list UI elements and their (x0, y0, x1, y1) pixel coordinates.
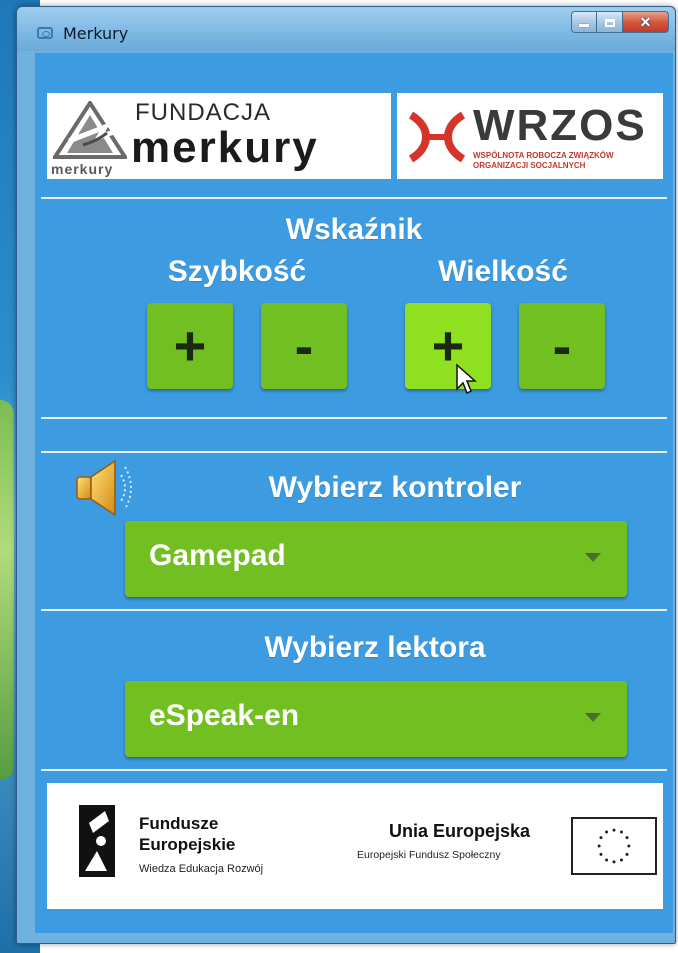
speed-increase-button[interactable]: + (147, 303, 233, 389)
reader-selected-value: eSpeak-en (149, 699, 300, 732)
merkury-logo: merkury FUNDACJA merkury (47, 93, 391, 179)
app-window: Merkury ✕ merkury FUNDACJA merkury WRZOS… (16, 6, 676, 944)
wrzos-logo: WRZOS WSPÓLNOTA ROBOCZA ZWIĄZKÓW ORGANIZ… (397, 93, 663, 179)
fe-subtitle: Wiedza Edukacja Rozwój (139, 863, 264, 875)
speed-label: Szybkość (167, 255, 307, 288)
wrzos-name-text: WRZOS (473, 101, 647, 150)
minimize-button[interactable] (571, 11, 597, 33)
size-decrease-button[interactable]: - (519, 303, 605, 389)
divider (41, 769, 667, 771)
window-controls: ✕ (571, 11, 669, 33)
divider (41, 197, 667, 199)
merkury-name-text: merkury (131, 123, 319, 172)
dropdown-arrow-icon (585, 713, 601, 722)
window-title: Merkury (63, 24, 129, 43)
merkury-emblem-icon (53, 101, 127, 159)
speaker-icon[interactable] (75, 455, 139, 521)
reader-select[interactable]: eSpeak-en (125, 681, 627, 757)
controller-selected-value: Gamepad (149, 539, 286, 572)
divider (41, 417, 667, 419)
fundusze-europejskie-logo-icon (79, 805, 115, 877)
fe-title-line1: Fundusze (139, 814, 219, 833)
maximize-button[interactable] (597, 11, 623, 33)
ue-title: Unia Europejska (389, 821, 531, 841)
pointer-heading: Wskaźnik (285, 213, 423, 246)
desktop-wallpaper-leaf (0, 400, 14, 780)
controller-heading: Wybierz kontroler (268, 471, 522, 504)
reader-heading: Wybierz lektora (264, 631, 486, 664)
title-bar[interactable]: Merkury ✕ (17, 7, 675, 51)
size-label: Wielkość (438, 255, 568, 288)
minimize-icon (579, 24, 589, 27)
divider (41, 451, 667, 453)
close-button[interactable]: ✕ (623, 11, 669, 33)
fe-title: Fundusze Europejskie (139, 813, 235, 855)
merkury-logo-small-text: merkury (51, 161, 114, 177)
funding-footer: Fundusze Europejskie Wiedza Edukacja Roz… (47, 783, 663, 909)
controller-select[interactable]: Gamepad (125, 521, 627, 597)
app-icon (37, 27, 53, 39)
divider (41, 609, 667, 611)
close-icon: ✕ (639, 14, 652, 30)
wrzos-emblem-icon (408, 111, 466, 163)
ue-subtitle: Europejski Fundusz Społeczny (357, 849, 501, 861)
wrzos-subtitle-text: WSPÓLNOTA ROBOCZA ZWIĄZKÓW ORGANIZACJI S… (473, 151, 614, 170)
mouse-cursor-icon (456, 363, 477, 395)
dropdown-arrow-icon (585, 553, 601, 562)
size-increase-button[interactable]: + (405, 303, 491, 389)
speed-decrease-button[interactable]: - (261, 303, 347, 389)
eu-flag-icon (571, 817, 657, 875)
main-panel: merkury FUNDACJA merkury WRZOS WSPÓLNOTA… (35, 53, 673, 933)
fe-title-line2: Europejskie (139, 835, 236, 854)
maximize-icon (604, 19, 615, 27)
